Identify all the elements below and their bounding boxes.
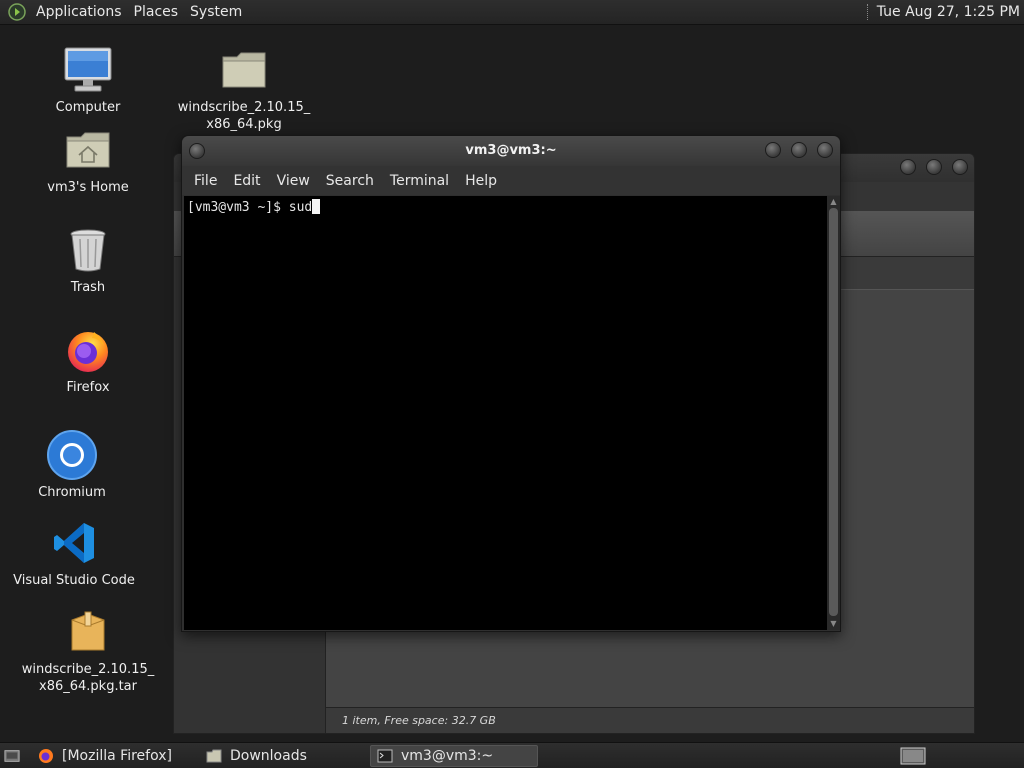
places-menu[interactable]: Places (128, 0, 185, 25)
vscode-icon (49, 518, 99, 568)
close-button[interactable] (817, 142, 833, 158)
system-menu[interactable]: System (184, 0, 248, 25)
bottom-panel: [Mozilla Firefox] Downloads vm3@vm3:~ (0, 742, 1024, 768)
minimize-button[interactable] (900, 159, 916, 175)
desktop-icon-label: x86_64.pkg (206, 117, 282, 132)
applications-menu[interactable]: Applications (30, 0, 128, 25)
taskbar-item-firefox[interactable]: [Mozilla Firefox] (32, 745, 198, 767)
show-desktop-button[interactable] (0, 745, 30, 767)
maximize-button[interactable] (926, 159, 942, 175)
desktop-icon-computer[interactable]: Computer (18, 45, 158, 116)
desktop-icon-chromium[interactable]: Chromium (2, 430, 142, 501)
desktop-icon-vscode[interactable]: Visual Studio Code (4, 518, 144, 589)
desktop-icon-label: x86_64.pkg.tar (39, 679, 137, 694)
desktop-icon-home[interactable]: vm3's Home (18, 125, 158, 196)
terminal-cursor (312, 199, 321, 214)
close-button[interactable] (952, 159, 968, 175)
taskbar-item-downloads[interactable]: Downloads (200, 745, 368, 767)
desktop-icon-label: Chromium (38, 485, 106, 500)
show-desktop-icon (4, 748, 20, 764)
menu-edit[interactable]: Edit (225, 173, 268, 189)
menu-view[interactable]: View (269, 173, 318, 189)
archive-icon (63, 607, 113, 657)
desktop-icon-label: Visual Studio Code (13, 573, 135, 588)
applications-logo-icon[interactable] (6, 1, 28, 23)
menu-terminal[interactable]: Terminal (382, 173, 457, 189)
folder-icon (219, 45, 269, 95)
computer-icon (63, 45, 113, 95)
terminal-menubar: File Edit View Search Terminal Help (182, 166, 840, 195)
terminal-titlebar[interactable]: vm3@vm3:~ (182, 136, 840, 166)
desktop-icon-firefox[interactable]: Firefox (18, 325, 158, 396)
terminal-prompt-line: [vm3@vm3 ~]$ sud (187, 200, 313, 215)
desktop-icon-label: Firefox (66, 380, 110, 395)
firefox-icon (38, 748, 54, 764)
desktop-icon-label: windscribe_2.10.15_ (21, 662, 155, 677)
taskbar-item-label: [Mozilla Firefox] (62, 748, 172, 764)
terminal-window[interactable]: vm3@vm3:~ File Edit View Search Terminal… (181, 135, 841, 632)
top-panel: Applications Places System Tue Aug 27, 1… (0, 0, 1024, 25)
window-menu-button[interactable] (189, 143, 205, 159)
desktop-icon-trash[interactable]: Trash (18, 225, 158, 296)
terminal-output[interactable]: [vm3@vm3 ~]$ sud (184, 196, 827, 630)
menu-file[interactable]: File (186, 173, 225, 189)
firefox-icon (63, 325, 113, 375)
terminal-title: vm3@vm3:~ (465, 143, 557, 158)
minimize-button[interactable] (765, 142, 781, 158)
clock[interactable]: Tue Aug 27, 1:25 PM (877, 4, 1024, 20)
desktop-icon-label: vm3's Home (47, 180, 129, 195)
desktop-icon-windscribe-folder[interactable]: windscribe_2.10.15_ x86_64.pkg (174, 45, 314, 133)
scrollbar-thumb[interactable] (829, 208, 838, 616)
desktop-icon-windscribe-archive[interactable]: windscribe_2.10.15_ x86_64.pkg.tar (18, 607, 158, 695)
taskbar-item-label: Downloads (230, 748, 307, 764)
workspace-icon (900, 747, 926, 765)
file-manager-status: 1 item, Free space: 32.7 GB (326, 707, 974, 733)
terminal-icon (377, 748, 393, 764)
menu-search[interactable]: Search (318, 173, 382, 189)
scroll-up-icon[interactable]: ▲ (829, 197, 838, 207)
chromium-icon (47, 430, 97, 480)
panel-separator (866, 4, 871, 20)
workspace-switcher[interactable] (894, 745, 928, 767)
desktop-icon-label: windscribe_2.10.15_ (177, 100, 311, 115)
desktop-icon-label: Computer (55, 100, 121, 115)
scroll-down-icon[interactable]: ▼ (829, 619, 838, 629)
trash-icon (63, 225, 113, 275)
menu-help[interactable]: Help (457, 173, 505, 189)
folder-icon (206, 748, 222, 764)
home-folder-icon (63, 125, 113, 175)
terminal-scrollbar[interactable]: ▲ ▼ (827, 196, 840, 630)
desktop-icon-label: Trash (70, 280, 106, 295)
maximize-button[interactable] (791, 142, 807, 158)
taskbar-item-terminal[interactable]: vm3@vm3:~ (370, 745, 538, 767)
taskbar-item-label: vm3@vm3:~ (401, 748, 494, 764)
